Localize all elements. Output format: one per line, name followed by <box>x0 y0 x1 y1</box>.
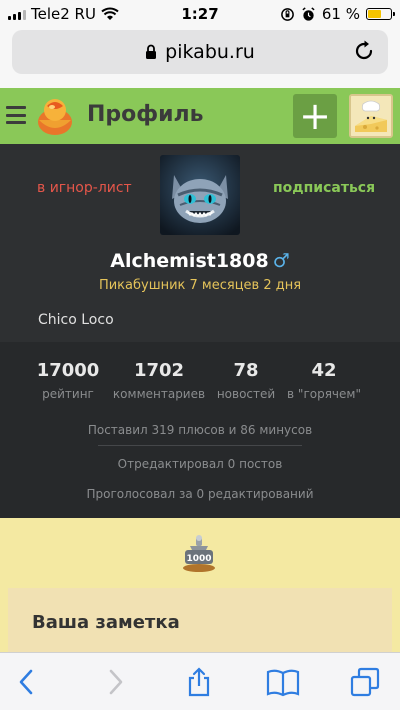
address-bar[interactable]: pikabu.ru <box>12 30 388 74</box>
stat-news: 78 новостей <box>214 360 278 401</box>
profile-about: Chico Loco <box>38 312 114 328</box>
votes-summary: Поставил 319 плюсов и 86 минусов <box>87 423 313 437</box>
menu-icon[interactable] <box>6 106 26 124</box>
tabs-icon[interactable] <box>350 667 380 697</box>
stat-hot: 42 в "горячем" <box>284 360 364 401</box>
forward-icon[interactable] <box>100 667 130 697</box>
subscribe-link[interactable]: подписаться <box>273 180 375 196</box>
divider <box>98 445 302 446</box>
profile-stats: 17000 рейтинг 1702 комментариев 78 новос… <box>0 342 400 518</box>
username-text: Alchemist1808 <box>110 250 269 272</box>
profile-photo <box>160 155 240 235</box>
battery-icon <box>366 8 395 20</box>
battery-percent: 61 % <box>321 5 360 23</box>
reload-icon[interactable] <box>352 39 376 63</box>
site-header: Профиль + <box>0 88 400 144</box>
url-text: pikabu.ru <box>165 41 255 63</box>
browser-toolbar <box>0 652 400 710</box>
edit-votes-summary: Проголосовал за 0 редактирований <box>86 487 314 501</box>
member-since: Пикабушник 7 месяцев 2 дня <box>98 278 302 293</box>
awards-strip: 1000 <box>0 518 400 588</box>
stat-news-label: новостей <box>216 387 276 401</box>
edits-summary: Отредактировал 0 постов <box>117 457 283 471</box>
cat-avatar-icon <box>160 155 240 235</box>
stat-hot-label: в "горячем" <box>287 387 361 401</box>
profile-card: в игнор-лист подписаться Alchemist1808 ♂ … <box>0 144 400 342</box>
share-icon[interactable] <box>184 667 214 697</box>
stat-hot-value: 42 <box>311 360 337 381</box>
alarm-icon <box>302 6 315 21</box>
bookmarks-icon[interactable] <box>266 667 300 697</box>
gender-icon: ♂ <box>272 250 290 272</box>
stat-comments: 1702 комментариев <box>112 360 206 401</box>
username: Alchemist1808 ♂ <box>0 250 400 272</box>
award-1000-icon[interactable]: 1000 <box>180 534 218 574</box>
stat-news-value: 78 <box>233 360 259 381</box>
status-right: 61 % <box>280 5 395 23</box>
user-avatar[interactable] <box>349 94 393 138</box>
note-title: Ваша заметка <box>32 612 180 633</box>
rotation-lock-icon <box>281 7 294 21</box>
stat-comments-label: комментариев <box>112 387 206 401</box>
stat-comments-value: 1702 <box>133 360 185 381</box>
status-bar: Tele2 RU 1:27 61 % <box>0 0 400 28</box>
page-title: Профиль <box>87 102 204 127</box>
award-badge-text: 1000 <box>186 554 211 564</box>
stat-rating-value: 17000 <box>36 360 100 381</box>
ignore-list-link[interactable]: в игнор-лист <box>37 180 132 196</box>
stat-rating: 17000 рейтинг <box>36 360 100 401</box>
back-icon[interactable] <box>12 667 42 697</box>
notes-section: Ваша заметка <box>0 588 400 668</box>
cheese-avatar-icon <box>351 96 391 136</box>
pikabu-logo[interactable] <box>33 94 77 138</box>
lock-icon <box>146 44 157 59</box>
stat-rating-label: рейтинг <box>42 387 94 401</box>
add-post-button[interactable]: + <box>293 94 337 138</box>
